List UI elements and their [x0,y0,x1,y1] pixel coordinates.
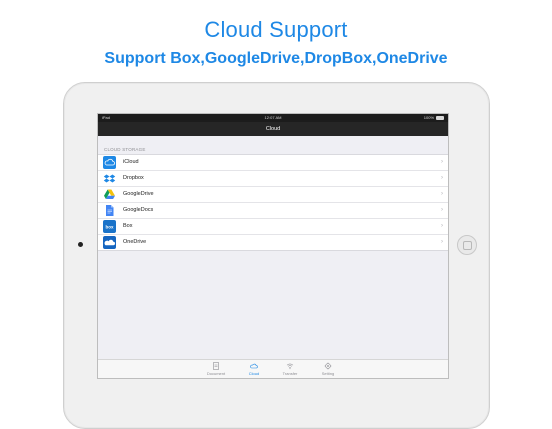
section-header: CLOUD STORAGE [104,147,146,152]
tab-document[interactable]: Document [196,362,236,376]
list-item-icloud[interactable]: iCloud › [98,155,448,171]
tab-label: Document [206,371,226,376]
list-item-onedrive[interactable]: OneDrive › [98,235,448,250]
icloud-icon [103,156,116,169]
chevron-right-icon: › [441,159,443,165]
onedrive-icon [103,236,116,249]
status-bar: iPad 12:07 AM 100% [98,114,448,122]
google-drive-icon [103,188,116,201]
svg-text:box: box [105,224,113,229]
document-icon [213,362,219,370]
nav-title: Cloud [265,126,281,132]
gear-icon [324,362,332,370]
cloud-storage-list: iCloud › Dropbox › GoogleDrive › GoogleD… [98,154,448,251]
chevron-right-icon: › [441,191,443,197]
list-item-box[interactable]: box Box › [98,219,448,235]
list-item-dropbox[interactable]: Dropbox › [98,171,448,187]
list-item-googledrive[interactable]: GoogleDrive › [98,187,448,203]
chevron-right-icon: › [441,175,443,181]
chevron-right-icon: › [441,239,443,245]
battery-icon [436,116,444,120]
tab-label: Setting [321,371,335,376]
wifi-icon [286,363,294,370]
battery-percent: 100% [423,115,434,120]
cloud-icon [250,363,258,369]
promo-title: Cloud Support [204,17,348,42]
dropbox-icon [103,172,116,185]
tab-label: Cloud [248,371,260,376]
list-item-label: iCloud [123,159,139,165]
front-camera [78,242,83,247]
list-item-label: Dropbox [123,175,144,181]
tab-bar: Document Cloud Transfer Setting [98,359,448,378]
tab-setting[interactable]: Setting [308,362,348,376]
box-icon: box [103,220,116,233]
list-item-label: OneDrive [123,239,147,245]
list-item-googledocs[interactable]: GoogleDocs › [98,203,448,219]
list-item-label: Box [123,223,133,229]
promo-subtitle: Support Box,GoogleDrive,DropBox,OneDrive [104,50,448,67]
tab-transfer[interactable]: Transfer [270,362,310,376]
nav-bar: Cloud [98,122,448,136]
clock: 12:07 AM [264,115,282,120]
list-item-label: GoogleDrive [123,191,154,197]
chevron-right-icon: › [441,223,443,229]
tab-label: Transfer [282,371,298,376]
chevron-right-icon: › [441,207,443,213]
tab-cloud[interactable]: Cloud [234,362,274,376]
home-button[interactable] [457,235,477,255]
app-screen: iPad 12:07 AM 100% Cloud CLOUD STORAGE i… [97,113,449,379]
list-item-label: GoogleDocs [123,207,154,213]
google-docs-icon [103,204,116,217]
